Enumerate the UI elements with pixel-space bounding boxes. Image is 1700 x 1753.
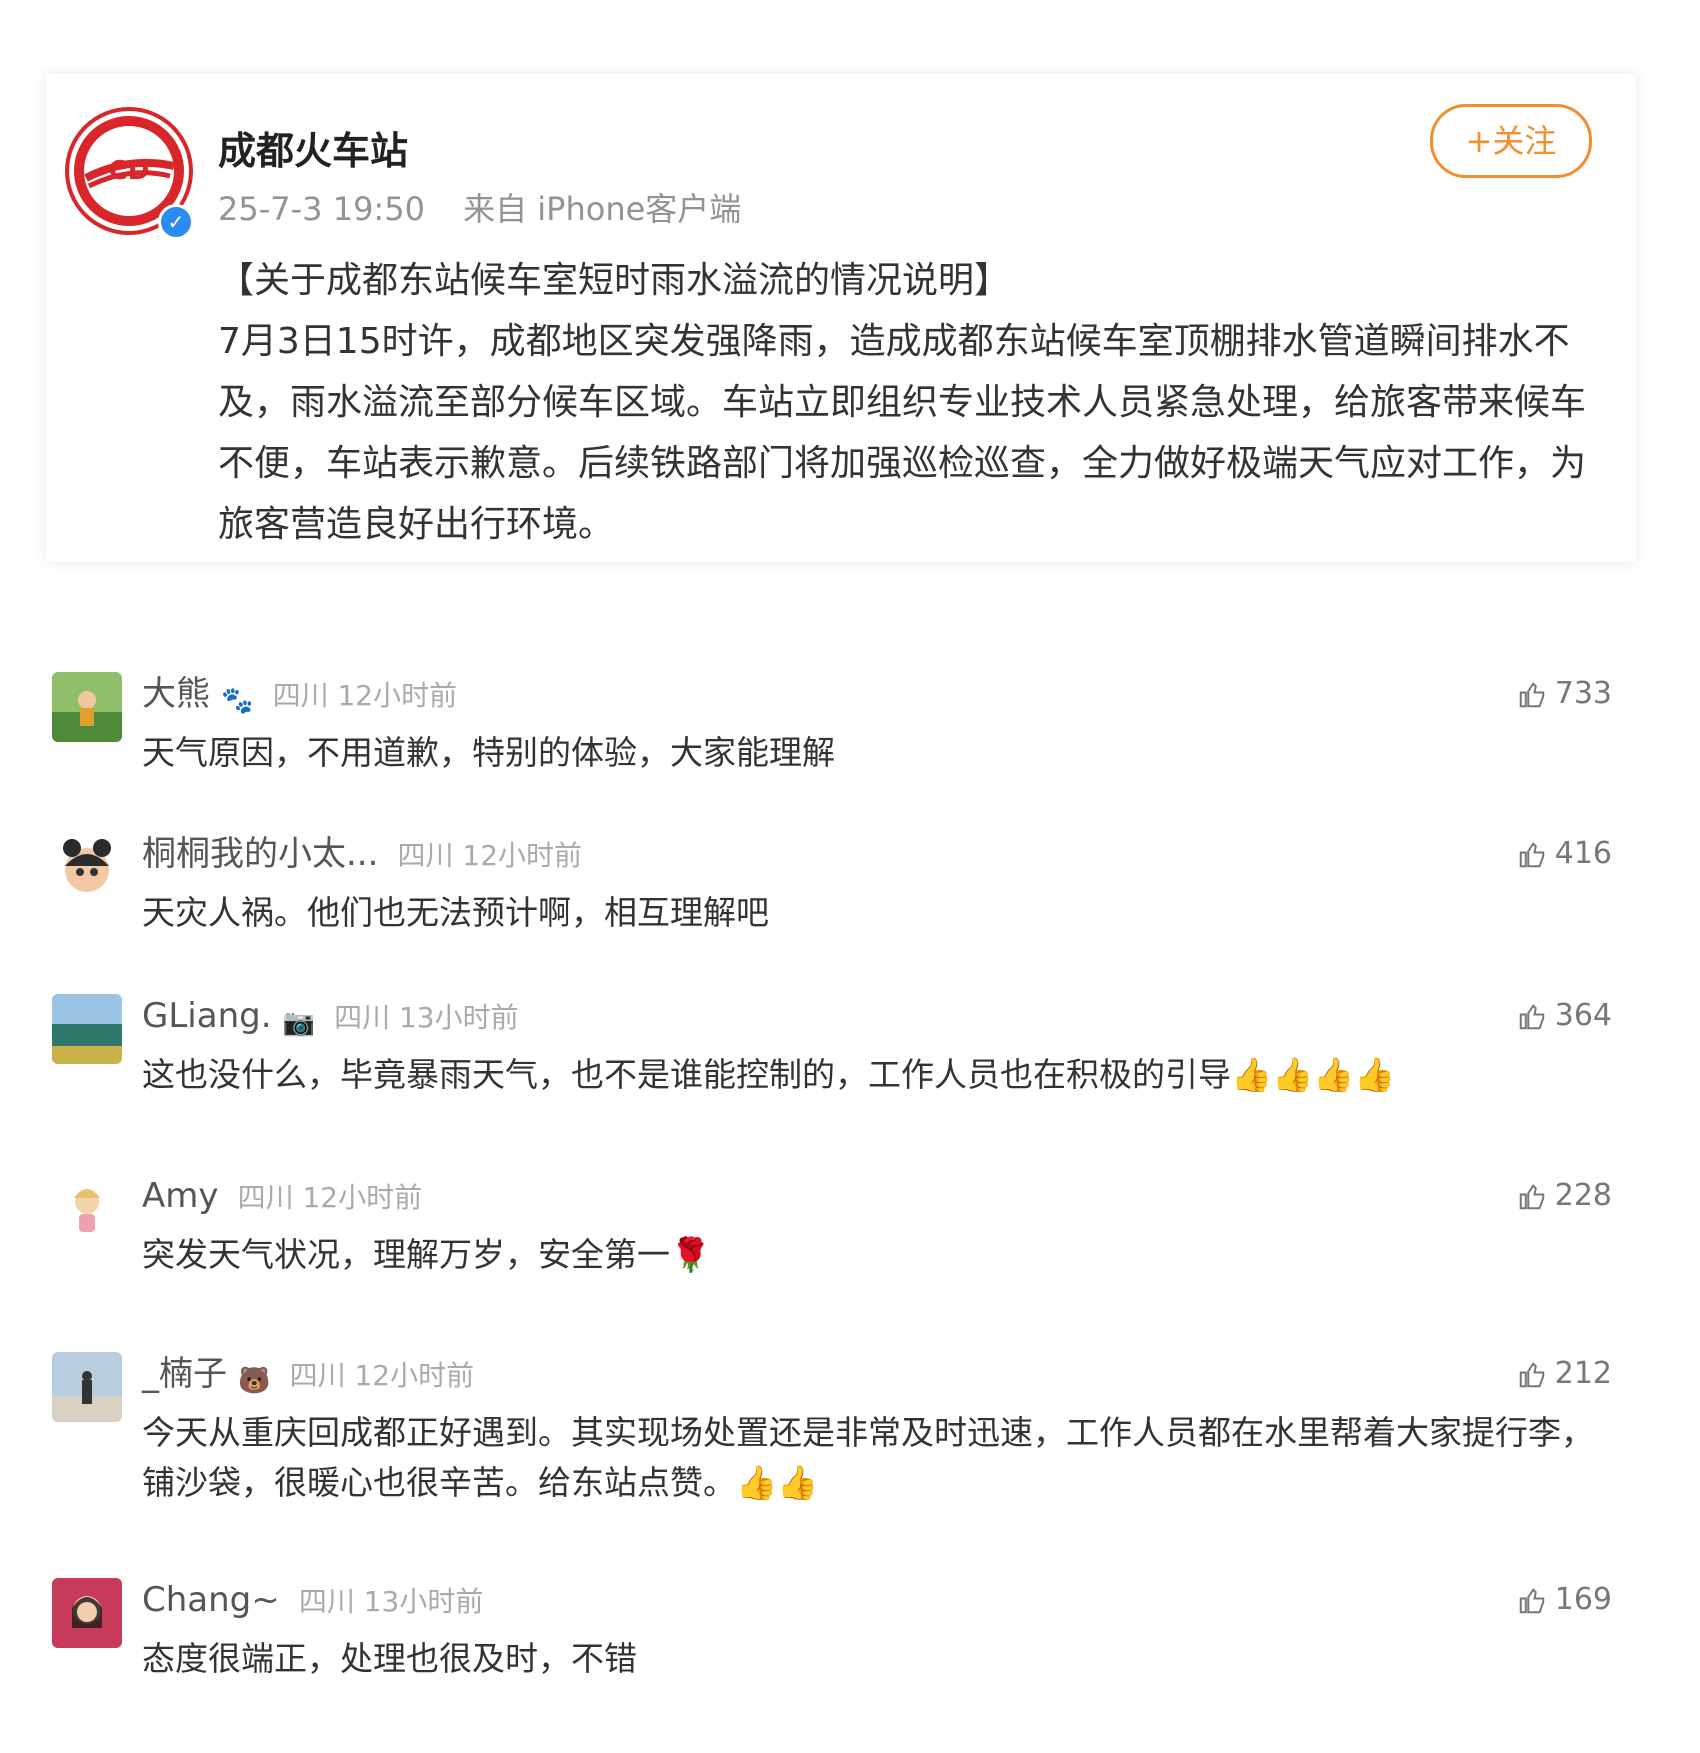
post-time[interactable]: 25-7-3 19:50 bbox=[218, 190, 425, 228]
avatar[interactable] bbox=[52, 1578, 122, 1648]
avatar[interactable] bbox=[52, 1174, 122, 1244]
like-count: 364 bbox=[1554, 998, 1612, 1033]
like-count: 416 bbox=[1554, 836, 1612, 871]
like-button[interactable]: 212 bbox=[1517, 1352, 1612, 1396]
like-button[interactable]: 228 bbox=[1517, 1174, 1612, 1218]
post-card: CD ✓ 成都火车站 25-7-3 19:50 来自 iPhone客户端 +关注… bbox=[46, 74, 1636, 562]
paw-icon: 🐾 bbox=[221, 685, 254, 716]
like-count: 169 bbox=[1554, 1582, 1612, 1617]
comment-meta: 四川 13小时前 bbox=[298, 1585, 484, 1618]
comment-text: 今天从重庆回成都正好遇到。其实现场处置还是非常及时迅速，工作人员都在水里帮着大家… bbox=[142, 1413, 1594, 1502]
thumb-up-icon bbox=[1519, 1183, 1544, 1209]
comment-text: 突发天气状况，理解万岁，安全第一🌹 bbox=[142, 1235, 712, 1274]
post-body: 【关于成都东站候车室短时雨水溢流的情况说明】 7月3日15时许，成都地区突发强降… bbox=[218, 250, 1598, 555]
post-title: 【关于成都东站候车室短时雨水溢流的情况说明】 bbox=[218, 260, 1011, 301]
camera-icon: 📷 bbox=[282, 1007, 315, 1038]
like-button[interactable]: 416 bbox=[1517, 832, 1612, 876]
like-count: 733 bbox=[1554, 676, 1612, 711]
like-count: 212 bbox=[1554, 1356, 1612, 1391]
like-button[interactable]: 169 bbox=[1517, 1578, 1612, 1622]
post-meta: 25-7-3 19:50 来自 iPhone客户端 bbox=[218, 184, 769, 230]
comment-author[interactable]: GLiang. bbox=[142, 996, 272, 1036]
comment-meta: 四川 12小时前 bbox=[289, 1359, 475, 1392]
comment-author[interactable]: _楠子 bbox=[142, 1354, 227, 1394]
comment-author[interactable]: Chang~ bbox=[142, 1580, 280, 1620]
thumb-up-icon bbox=[1519, 1361, 1544, 1387]
comment-text: 天灾人祸。他们也无法预计啊，相互理解吧 bbox=[142, 893, 769, 932]
comment-meta: 四川 12小时前 bbox=[272, 679, 458, 712]
post-source: 来自 iPhone客户端 bbox=[463, 190, 742, 228]
like-count: 228 bbox=[1554, 1178, 1612, 1213]
comment-text: 天气原因，不用道歉，特别的体验，大家能理解 bbox=[142, 733, 835, 772]
thumb-up-icon bbox=[1519, 1587, 1544, 1613]
comment-author[interactable]: Amy bbox=[142, 1176, 219, 1216]
comment-author[interactable]: 桐桐我的小太... bbox=[142, 834, 378, 874]
comment-author[interactable]: 大熊 bbox=[142, 674, 210, 714]
comment-meta: 四川 12小时前 bbox=[397, 839, 583, 872]
avatar[interactable] bbox=[52, 672, 122, 742]
comment-text: 这也没什么，毕竟暴雨天气，也不是谁能控制的，工作人员也在积极的引导👍👍👍👍 bbox=[142, 1055, 1396, 1094]
comment-text: 态度很端正，处理也很及时，不错 bbox=[142, 1639, 637, 1678]
like-button[interactable]: 733 bbox=[1517, 672, 1612, 716]
thumb-up-icon bbox=[1519, 1003, 1544, 1029]
avatar[interactable] bbox=[52, 994, 122, 1064]
verified-badge-icon: ✓ bbox=[158, 204, 194, 240]
svg-text:CD: CD bbox=[109, 156, 150, 186]
like-button[interactable]: 364 bbox=[1517, 994, 1612, 1038]
avatar[interactable] bbox=[52, 1352, 122, 1422]
author-name[interactable]: 成都火车站 bbox=[218, 120, 408, 175]
bear-icon: 🐻 bbox=[238, 1365, 271, 1396]
comment-meta: 四川 12小时前 bbox=[237, 1181, 423, 1214]
follow-button[interactable]: +关注 bbox=[1430, 104, 1592, 178]
comment-meta: 四川 13小时前 bbox=[334, 1001, 519, 1034]
post-text: 7月3日15时许，成都地区突发强降雨，造成成都东站候车室顶棚排水管道瞬间排水不及… bbox=[218, 321, 1587, 545]
thumb-up-icon bbox=[1519, 681, 1544, 707]
thumb-up-icon bbox=[1519, 841, 1544, 867]
avatar[interactable] bbox=[52, 832, 122, 902]
